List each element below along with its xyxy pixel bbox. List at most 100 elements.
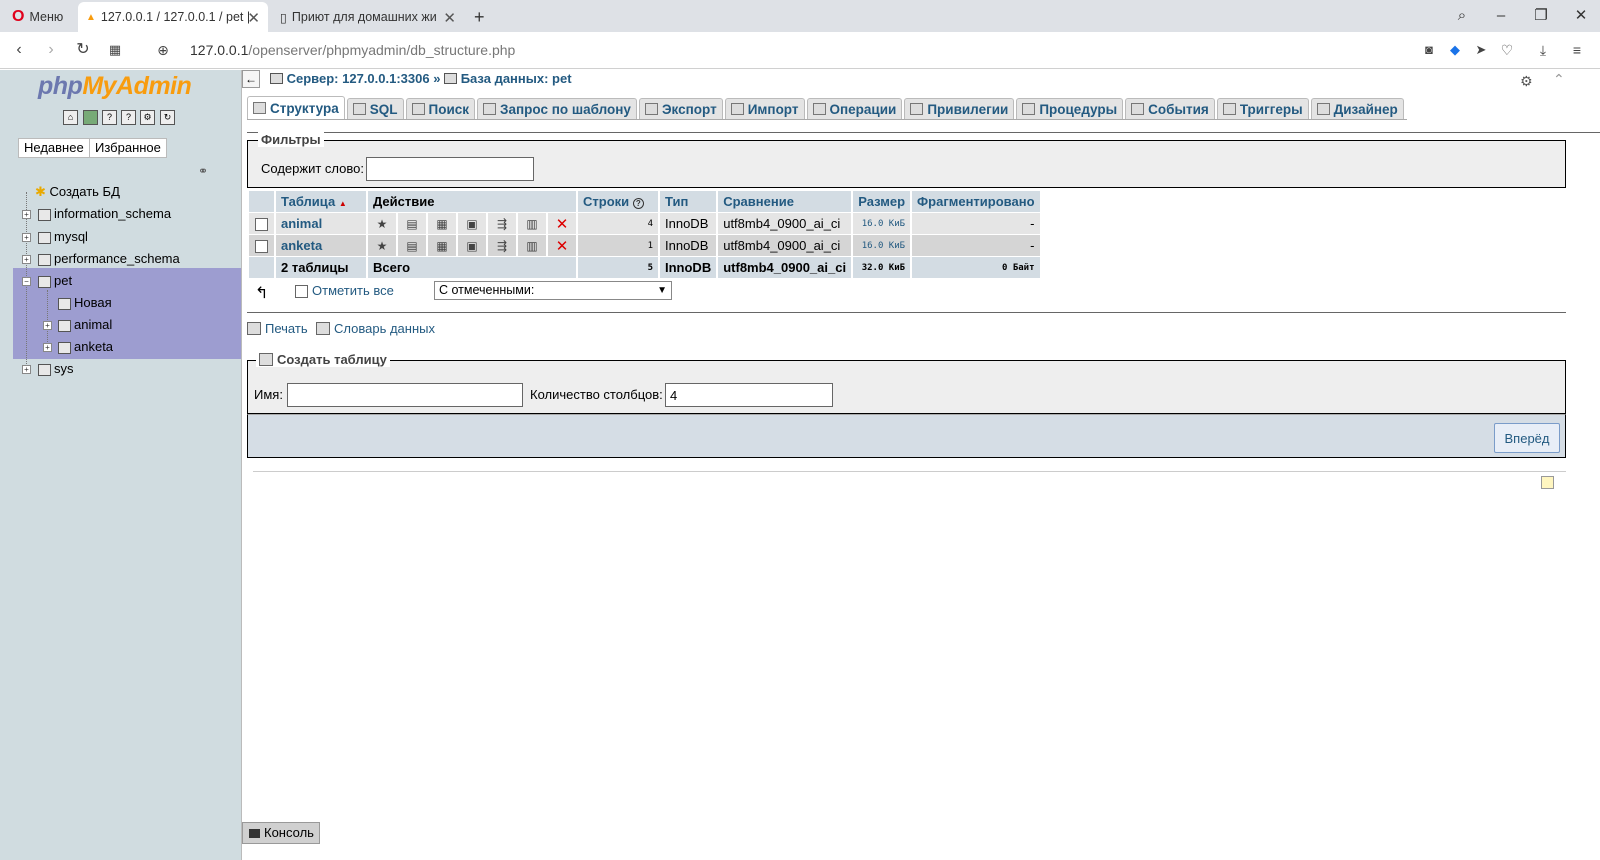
browse-icon[interactable]: ▤ [405,239,420,254]
drop-icon[interactable]: ✕ [555,217,570,232]
send-icon[interactable]: ➤ [1470,39,1492,61]
structure-icon[interactable]: ▦ [435,239,450,254]
expand-icon[interactable]: + [22,233,31,242]
console-toggle[interactable]: Консоль [242,822,320,844]
tab-export[interactable]: Экспорт [638,98,723,120]
heart-icon[interactable]: ♡ [1496,39,1518,61]
breadcrumb-server[interactable]: Сервер: 127.0.0.1:3306 [287,71,430,86]
expand-icon[interactable]: + [22,365,31,374]
refresh-icon[interactable]: ↻ [160,110,175,125]
camera-icon[interactable]: ◙ [1418,39,1440,61]
link-icon[interactable]: ⚭ [198,164,208,178]
tree-item-new-table[interactable]: Новая [58,292,112,314]
tab-query[interactable]: Запрос по шаблону [477,98,637,120]
row-checkbox[interactable] [255,218,268,232]
tree-item-create-db[interactable]: ✱ Создать БД [35,181,120,203]
search-icon[interactable]: ▣ [465,217,480,232]
close-window-icon[interactable]: ✕ [1566,4,1596,28]
tree-item-information-schema[interactable]: information_schema [38,203,171,225]
speed-dial-icon[interactable]: ▦ [104,39,126,61]
close-tab-icon[interactable]: ✕ [247,9,260,27]
go-button[interactable]: Вперёд [1494,423,1560,453]
tab-operations[interactable]: Операции [806,98,903,120]
breadcrumb-database[interactable]: База данных: pet [461,71,572,86]
docs-icon[interactable]: ? [102,110,117,125]
logout-icon[interactable] [83,110,98,125]
expand-icon[interactable]: + [22,255,31,264]
type-header[interactable]: Тип [660,191,717,212]
new-tab-button[interactable]: + [466,2,492,32]
table-link-animal[interactable]: animal [281,216,322,231]
settings-icon[interactable]: ⚙ [140,110,155,125]
download-icon[interactable]: ⤓ [1532,39,1554,61]
tree-item-mysql[interactable]: mysql [38,226,88,248]
url-field[interactable]: 127.0.0.1/openserver/phpmyadmin/db_struc… [190,42,515,58]
tab-search[interactable]: Поиск [405,98,476,120]
shield-icon[interactable]: ◆ [1444,39,1466,61]
browse-icon[interactable]: ▤ [405,217,420,232]
search-icon[interactable]: ⌕ [1447,4,1477,28]
size-header[interactable]: Размер [853,191,911,212]
tree-item-performance-schema[interactable]: performance_schema [38,248,180,270]
tree-item-animal[interactable]: animal [58,314,112,336]
forward-icon[interactable]: › [40,39,62,61]
browser-menu-button[interactable]: O Меню [4,2,76,32]
minimize-icon[interactable]: – [1486,4,1516,28]
favorites-button[interactable]: Избранное [89,138,167,158]
overhead-header[interactable]: Фрагментировано [912,191,1040,212]
search-icon[interactable]: ▣ [465,239,480,254]
collapse-nav-icon[interactable]: ← [242,70,260,88]
sql-docs-icon[interactable]: ? [121,110,136,125]
expand-icon[interactable]: + [22,210,31,219]
help-icon[interactable]: ? [632,198,644,209]
collation-header[interactable]: Сравнение [718,191,852,212]
rows-header[interactable]: Строки ? [578,191,658,212]
print-link[interactable]: Печать [247,321,308,336]
menu-lines-icon[interactable]: ≡ [1566,39,1588,61]
tab-events[interactable]: События [1125,98,1215,120]
check-all-link[interactable]: Отметить все [312,283,394,298]
tree-item-anketa[interactable]: anketa [58,336,113,358]
favorite-star-icon[interactable]: ★ [375,239,390,254]
reload-icon[interactable]: ↻ [72,39,94,61]
tab-privileges[interactable]: Привилегии [904,98,1015,120]
tab-designer[interactable]: Дизайнер [1310,98,1404,120]
data-dictionary-link[interactable]: Словарь данных [316,321,435,336]
browser-tab-pma[interactable]: ▲ 127.0.0.1 / 127.0.0.1 / pet | ✕ [78,2,268,32]
collapse-icon[interactable]: − [22,277,31,286]
tab-sql[interactable]: SQL [346,98,404,120]
drop-icon[interactable]: ✕ [555,239,570,254]
sort-table-header[interactable]: Таблица ▲ [276,191,366,212]
close-tab-icon[interactable]: ✕ [443,9,456,27]
expand-icon[interactable]: + [43,321,52,330]
settings-icon[interactable]: ⚙ [1520,73,1533,90]
tree-item-sys[interactable]: sys [38,358,74,380]
tab-structure[interactable]: Структура [247,96,345,120]
with-selected-select[interactable]: С отмеченными: ▼ [434,281,672,300]
expand-icon[interactable]: + [43,343,52,352]
tree-item-pet[interactable]: pet [38,270,72,292]
table-name-input[interactable] [287,383,523,407]
tab-routines[interactable]: Процедуры [1016,98,1124,120]
tab-import[interactable]: Импорт [724,98,805,120]
empty-icon[interactable]: ▥ [525,239,540,254]
home-icon[interactable]: ⌂ [63,110,78,125]
table-link-anketa[interactable]: anketa [281,238,322,253]
browser-tab-shelter[interactable]: ▯ Приют для домашних жи ✕ [272,2,464,32]
phpmyadmin-logo[interactable]: phpMyAdmin [38,72,192,101]
tab-triggers[interactable]: Триггеры [1216,98,1309,120]
structure-icon[interactable]: ▦ [435,217,450,232]
favorite-star-icon[interactable]: ★ [375,217,390,232]
maximize-icon[interactable]: ❐ [1526,4,1556,28]
note-icon[interactable] [1541,476,1554,489]
insert-icon[interactable]: ⇶ [495,239,510,254]
insert-icon[interactable]: ⇶ [495,217,510,232]
columns-count-input[interactable] [665,383,833,407]
check-all-checkbox[interactable] [295,285,308,298]
row-checkbox[interactable] [255,240,268,254]
collapse-top-icon[interactable]: ⌃ [1553,71,1565,88]
empty-icon[interactable]: ▥ [525,217,540,232]
back-icon[interactable]: ‹ [8,39,30,61]
recent-button[interactable]: Недавнее [18,138,90,158]
filter-input[interactable] [366,157,534,181]
